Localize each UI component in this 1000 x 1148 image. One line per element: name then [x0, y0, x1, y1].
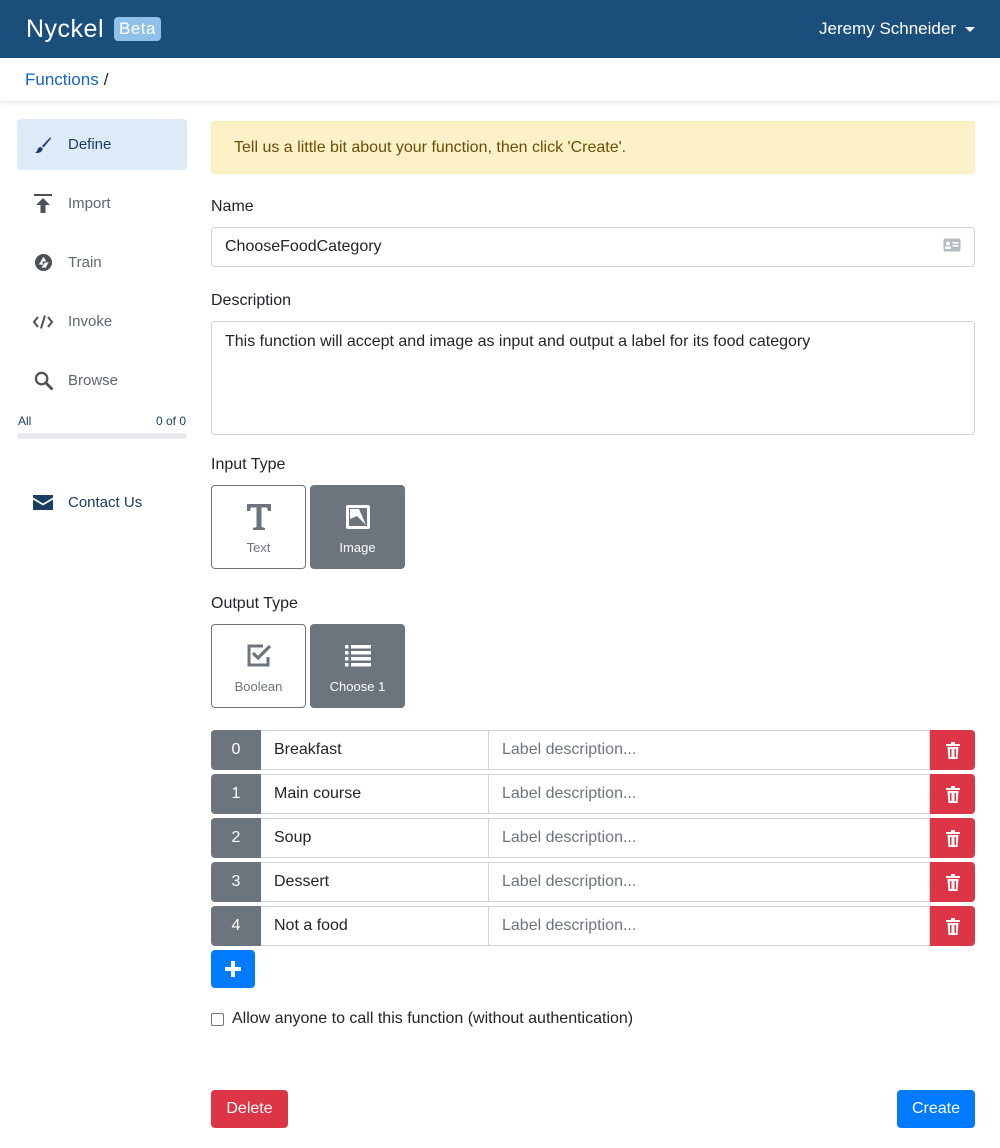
label-description-input[interactable]: Label description... [489, 774, 930, 814]
label-description-input[interactable]: Label description... [489, 862, 930, 902]
trash-icon [945, 829, 960, 847]
label-description-input[interactable]: Label description... [489, 818, 930, 858]
upload-icon [33, 193, 53, 214]
create-button[interactable]: Create [897, 1090, 975, 1128]
main-form: Tell us a little bit about your function… [211, 121, 975, 1128]
allow-anonymous-checkbox[interactable] [211, 1012, 224, 1026]
label-description-input[interactable]: Label description... [489, 730, 930, 770]
text-icon [246, 500, 272, 534]
label-index: 3 [211, 862, 261, 902]
label-name-input[interactable]: Soup [261, 818, 489, 858]
allow-anonymous-row: Allow anyone to call this function (with… [211, 1010, 975, 1028]
input-type-image[interactable]: Image [310, 485, 405, 569]
tile-label: Text [246, 539, 271, 555]
delete-label-button[interactable] [930, 862, 975, 902]
name-input[interactable]: ChooseFoodCategory [211, 227, 975, 267]
label-index: 4 [211, 906, 261, 946]
output-type-choose-one[interactable]: Choose 1 [310, 624, 405, 708]
trash-icon [945, 785, 960, 803]
breadcrumb-functions-link[interactable]: Functions [25, 70, 99, 90]
checkbox-icon [246, 639, 272, 673]
sidebar-item-label: Invoke [68, 313, 113, 330]
envelope-icon [33, 493, 53, 513]
label-index: 1 [211, 774, 261, 814]
label-index: 0 [211, 730, 261, 770]
trash-icon [945, 741, 960, 759]
plus-icon [225, 961, 241, 977]
progress-bar [17, 433, 187, 439]
contact-card-icon [943, 238, 961, 257]
sidebar-item-label: Browse [68, 372, 119, 389]
form-actions: Delete Create [211, 1090, 975, 1128]
label-name-input[interactable]: Dessert [261, 862, 489, 902]
list-icon [344, 639, 371, 673]
tile-label: Choose 1 [329, 678, 386, 694]
label-row: 2 Soup Label description... [211, 818, 975, 858]
user-menu[interactable]: Jeremy Schneider [819, 19, 975, 39]
label-row: 3 Dessert Label description... [211, 862, 975, 902]
beta-badge: Beta [114, 17, 161, 41]
aperture-icon [33, 253, 53, 273]
label-name-input[interactable]: Not a food [261, 906, 489, 946]
sidebar: Define Import Train Invoke Browse All 0 … [17, 119, 187, 536]
delete-label-button[interactable] [930, 906, 975, 946]
label-row: 1 Main course Label description... [211, 774, 975, 814]
label-index: 2 [211, 818, 261, 858]
sidebar-item-define[interactable]: Define [17, 119, 187, 170]
output-type-boolean[interactable]: Boolean [211, 624, 306, 708]
tile-label: Image [339, 539, 376, 555]
brand-name[interactable]: Nyckel [26, 15, 104, 44]
progress-count: 0 of 0 [155, 414, 186, 428]
sidebar-item-browse[interactable]: Browse [17, 355, 187, 406]
sidebar-item-contact-us[interactable]: Contact Us [17, 477, 187, 528]
caret-down-icon [965, 26, 975, 32]
info-alert: Tell us a little bit about your function… [211, 121, 975, 174]
delete-button[interactable]: Delete [211, 1090, 288, 1128]
delete-label-button[interactable] [930, 730, 975, 770]
breadcrumb-separator: / [103, 69, 109, 89]
sidebar-item-import[interactable]: Import [17, 178, 187, 229]
brush-icon [33, 135, 53, 155]
description-label: Description [211, 292, 292, 309]
sidebar-item-label: Import [68, 195, 111, 212]
label-row: 0 Breakfast Label description... [211, 730, 975, 770]
label-row: 4 Not a food Label description... [211, 906, 975, 946]
search-icon [33, 371, 53, 391]
trash-icon [945, 873, 960, 891]
input-type-text[interactable]: Text [211, 485, 306, 569]
code-icon [33, 312, 53, 332]
breadcrumb: Functions / [0, 58, 1000, 102]
name-value: ChooseFoodCategory [225, 238, 382, 255]
description-textarea[interactable]: This function will accept and image as i… [211, 321, 975, 435]
label-name-input[interactable]: Main course [261, 774, 489, 814]
top-navbar: Nyckel Beta Jeremy Schneider [0, 0, 1000, 58]
sidebar-item-label: Define [68, 136, 112, 153]
output-type-options: Boolean Choose 1 [211, 624, 975, 708]
user-name: Jeremy Schneider [818, 19, 956, 38]
sidebar-item-invoke[interactable]: Invoke [17, 296, 187, 347]
name-label: Name [211, 198, 254, 215]
delete-label-button[interactable] [930, 774, 975, 814]
progress-label: All [18, 414, 32, 428]
allow-anonymous-label[interactable]: Allow anyone to call this function (with… [232, 1010, 633, 1028]
input-type-options: Text Image [211, 485, 975, 569]
label-name-input[interactable]: Breakfast [261, 730, 489, 770]
output-type-label: Output Type [211, 595, 298, 612]
image-icon [345, 500, 371, 534]
trash-icon [945, 917, 960, 935]
sidebar-item-label: Train [68, 254, 102, 271]
progress-summary: All 0 of 0 [17, 414, 187, 428]
add-label-button[interactable] [211, 950, 255, 988]
sidebar-item-label: Contact Us [68, 494, 143, 511]
label-description-input[interactable]: Label description... [489, 906, 930, 946]
sidebar-item-train[interactable]: Train [17, 237, 187, 288]
labels-list: 0 Breakfast Label description... 1 Main … [211, 730, 975, 946]
brand[interactable]: Nyckel Beta [26, 15, 161, 44]
tile-label: Boolean [234, 678, 283, 694]
input-type-label: Input Type [211, 456, 286, 473]
delete-label-button[interactable] [930, 818, 975, 858]
